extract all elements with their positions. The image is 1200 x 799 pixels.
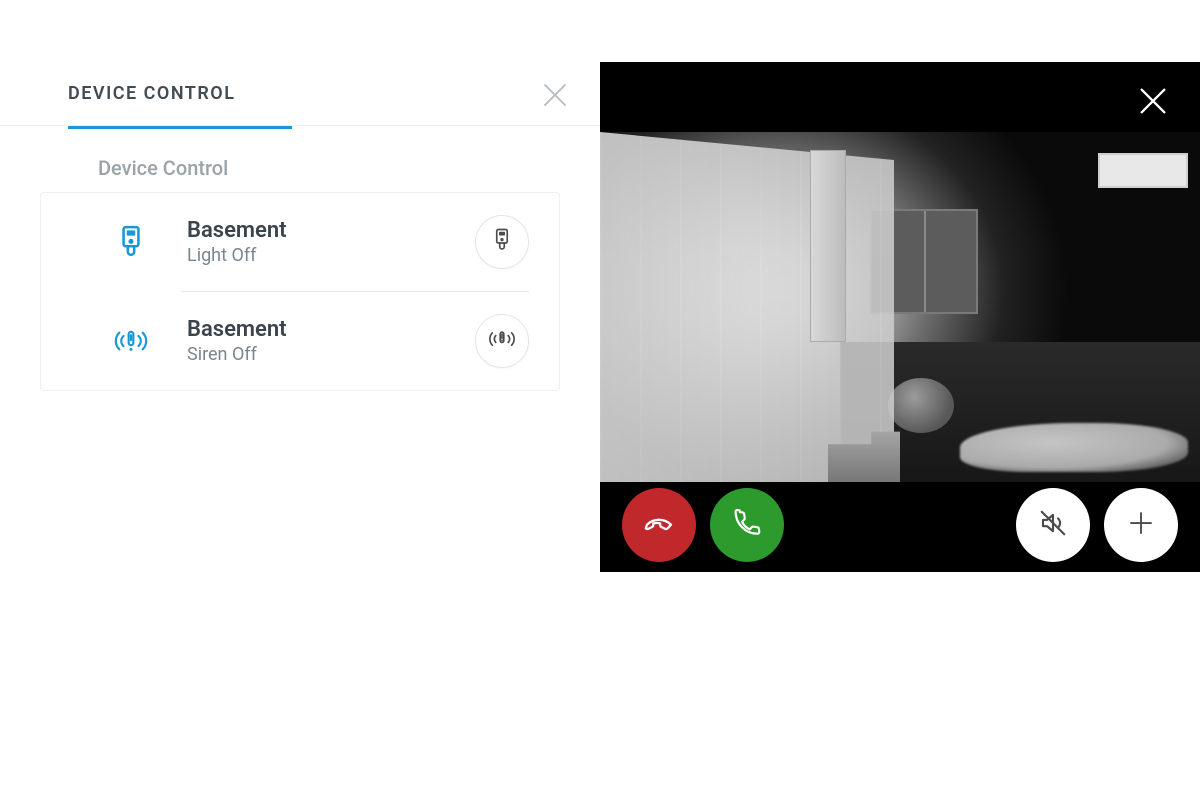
plus-icon xyxy=(1126,508,1156,542)
call-control-bar xyxy=(600,477,1200,572)
device-row-light[interactable]: Basement Light Off xyxy=(41,193,559,291)
device-name: Basement xyxy=(187,317,475,342)
answer-call-icon xyxy=(731,507,763,543)
end-call-icon xyxy=(642,506,676,544)
live-view-panel xyxy=(600,62,1200,572)
siren-icon xyxy=(111,321,151,361)
device-text: Basement Light Off xyxy=(187,218,475,266)
device-text: Basement Siren Off xyxy=(187,317,475,365)
light-toggle-icon xyxy=(493,228,511,256)
siren-toggle-button[interactable] xyxy=(475,314,529,368)
close-icon[interactable] xyxy=(540,80,570,110)
end-call-button[interactable] xyxy=(622,488,696,562)
tab-device-control[interactable]: DEVICE CONTROL xyxy=(0,62,235,125)
panel-header: DEVICE CONTROL xyxy=(0,62,600,126)
section-label: Device Control xyxy=(0,126,600,192)
device-status: Light Off xyxy=(187,245,475,266)
siren-toggle-icon xyxy=(485,328,519,354)
tab-title: DEVICE CONTROL xyxy=(68,83,235,104)
light-toggle-button[interactable] xyxy=(475,215,529,269)
spotlight-cam-icon xyxy=(111,222,151,262)
device-status: Siren Off xyxy=(187,344,475,365)
night-scene xyxy=(600,132,1200,482)
device-name: Basement xyxy=(187,218,475,243)
mute-speaker-button[interactable] xyxy=(1016,488,1090,562)
answer-call-button[interactable] xyxy=(710,488,784,562)
speaker-mute-icon xyxy=(1038,508,1068,542)
device-control-panel: DEVICE CONTROL Device Control Basement xyxy=(0,0,600,799)
more-options-button[interactable] xyxy=(1104,488,1178,562)
tab-underline xyxy=(68,126,292,129)
close-icon[interactable] xyxy=(1136,84,1170,118)
device-list: Basement Light Off xyxy=(40,192,560,391)
camera-feed[interactable] xyxy=(600,132,1200,482)
device-row-siren[interactable]: Basement Siren Off xyxy=(41,292,559,390)
